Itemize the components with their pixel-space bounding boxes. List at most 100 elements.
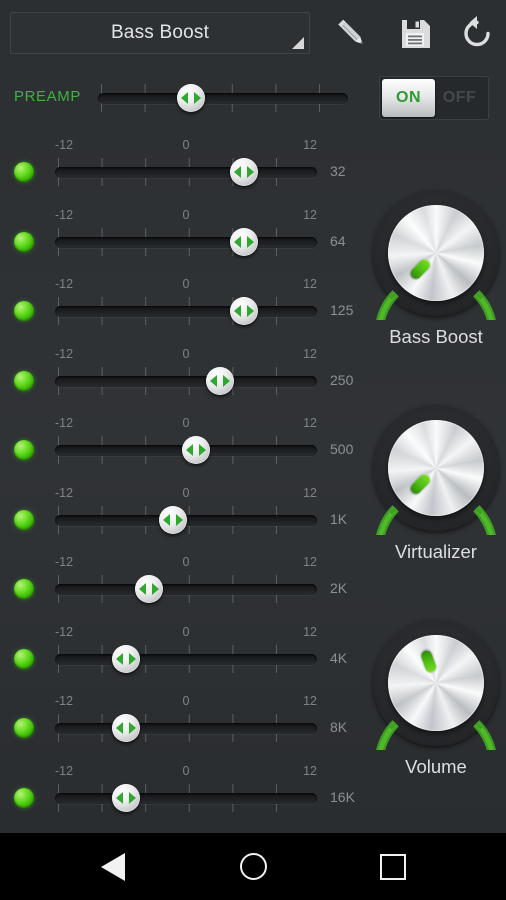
- dropdown-triangle-icon: [292, 37, 304, 49]
- band-frequency-label: 64: [330, 232, 346, 249]
- scale-max-label: 12: [303, 346, 317, 361]
- knob-cap[interactable]: [388, 635, 484, 731]
- scale-max-label: 12: [303, 485, 317, 500]
- band-enabled-led[interactable]: [14, 787, 34, 808]
- band-slider[interactable]: [55, 227, 317, 256]
- slider-track: [55, 375, 317, 387]
- slider-handle[interactable]: [229, 227, 258, 256]
- preamp-label: PREAMP: [14, 88, 81, 105]
- scale-max-label: 12: [303, 138, 317, 152]
- scale-max-label: 12: [303, 416, 317, 430]
- band-slider[interactable]: [55, 297, 317, 325]
- knob-label: Volume: [405, 756, 467, 777]
- slider-handle[interactable]: [206, 366, 235, 395]
- save-preset-button[interactable]: [394, 12, 436, 54]
- scale-mid-label: 0: [182, 277, 190, 291]
- slider-handle[interactable]: [111, 714, 140, 742]
- eq-band-row: -12 0 12 125: [0, 271, 370, 341]
- scale-max-label: 12: [303, 277, 317, 291]
- band-slider[interactable]: [55, 575, 317, 603]
- knob-label: Bass Boost: [389, 326, 483, 347]
- band-frequency-label: 4K: [330, 649, 348, 666]
- scale-mid-label: 0: [182, 485, 190, 500]
- scale-min-label: -12: [55, 346, 74, 361]
- knob-control: Virtualizer: [366, 401, 506, 616]
- knob-cap[interactable]: [388, 420, 484, 516]
- band-frequency-label: 32: [330, 163, 346, 179]
- slider-track: [55, 167, 317, 178]
- knob-dial[interactable]: [369, 186, 503, 320]
- band-enabled-led[interactable]: [14, 301, 34, 321]
- band-slider[interactable]: [55, 366, 317, 395]
- slider-handle[interactable]: [158, 505, 187, 534]
- slider-handle[interactable]: [229, 297, 258, 325]
- scale-mid-label: 0: [182, 138, 190, 152]
- power-off-button[interactable]: OFF: [435, 79, 484, 117]
- back-triangle-icon[interactable]: [68, 833, 158, 900]
- scale-max-label: 12: [303, 624, 317, 639]
- band-enabled-led[interactable]: [14, 509, 34, 530]
- band-scale: -12 0 12: [55, 138, 317, 153]
- scale-mid-label: 0: [182, 555, 190, 569]
- band-scale: -12 0 12: [55, 764, 317, 779]
- android-navigation-bar: [0, 833, 506, 900]
- knob-label: Virtualizer: [395, 541, 477, 562]
- scale-max-label: 12: [303, 694, 317, 708]
- band-scale: -12 0 12: [55, 486, 317, 501]
- knob-dial[interactable]: [369, 616, 503, 750]
- scale-mid-label: 0: [182, 694, 190, 708]
- band-slider[interactable]: [55, 714, 317, 742]
- band-frequency-label: 250: [330, 371, 354, 388]
- slider-track: [55, 236, 317, 248]
- slider-track: [55, 792, 317, 804]
- scale-max-label: 12: [303, 555, 317, 569]
- slider-handle[interactable]: [176, 84, 205, 112]
- power-on-button[interactable]: ON: [382, 79, 435, 117]
- scale-min-label: -12: [55, 694, 74, 708]
- scale-max-label: 12: [303, 207, 317, 222]
- band-slider[interactable]: [55, 783, 317, 812]
- band-slider[interactable]: [55, 158, 317, 186]
- slider-track: [55, 653, 317, 665]
- slider-track: [55, 584, 317, 595]
- knob-dial[interactable]: [369, 401, 503, 535]
- slider-handle[interactable]: [111, 644, 140, 673]
- preamp-slider[interactable]: [98, 84, 348, 112]
- scale-min-label: -12: [55, 138, 74, 152]
- power-toggle[interactable]: ON OFF: [379, 76, 489, 120]
- slider-handle[interactable]: [111, 783, 140, 812]
- preset-spinner[interactable]: Bass Boost: [10, 12, 310, 54]
- scale-mid-label: 0: [182, 416, 190, 430]
- eq-band-row: -12 0 12 16K: [0, 758, 370, 828]
- band-scale: -12 0 12: [55, 347, 317, 362]
- scale-mid-label: 0: [182, 624, 190, 639]
- band-slider[interactable]: [55, 644, 317, 673]
- slider-track: [55, 723, 317, 734]
- band-enabled-led[interactable]: [14, 370, 34, 391]
- toolbar: Bass Boost: [0, 0, 506, 62]
- band-slider[interactable]: [55, 505, 317, 534]
- band-scale: -12 0 12: [55, 555, 317, 570]
- scale-mid-label: 0: [182, 346, 190, 361]
- band-enabled-led[interactable]: [14, 579, 34, 599]
- band-enabled-led[interactable]: [14, 162, 34, 182]
- band-slider[interactable]: [55, 436, 317, 464]
- scale-min-label: -12: [55, 485, 74, 500]
- scale-mid-label: 0: [182, 763, 190, 778]
- recents-square-icon[interactable]: [348, 833, 438, 900]
- band-enabled-led[interactable]: [14, 440, 34, 460]
- slider-handle[interactable]: [229, 158, 258, 186]
- eq-band-row: -12 0 12 1K: [0, 480, 370, 550]
- band-enabled-led[interactable]: [14, 231, 34, 252]
- eq-band-row: -12 0 12 4K: [0, 619, 370, 689]
- band-enabled-led[interactable]: [14, 718, 34, 738]
- scale-min-label: -12: [55, 416, 74, 430]
- slider-track: [98, 93, 348, 104]
- knob-list: Bass Boost Virtualizer Volume: [366, 186, 506, 831]
- equalizer-app: Bass Boost PREAMP ON OFF -12 0 12 32 -12…: [0, 0, 506, 900]
- edit-preset-button[interactable]: [330, 12, 372, 54]
- home-circle-icon[interactable]: [208, 833, 298, 900]
- band-enabled-led[interactable]: [14, 648, 34, 669]
- knob-cap[interactable]: [388, 205, 484, 301]
- reset-preset-button[interactable]: [456, 12, 498, 54]
